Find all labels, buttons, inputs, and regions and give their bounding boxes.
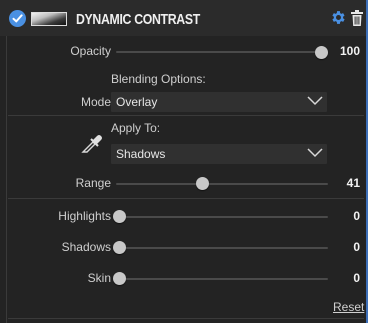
panel-bottom-divider <box>8 318 364 319</box>
blending-options-title: Blending Options: <box>111 72 206 86</box>
range-slider-handle[interactable] <box>195 177 209 190</box>
skin-slider-handle[interactable] <box>113 272 126 285</box>
section-divider <box>8 198 364 199</box>
shadows-slider-handle[interactable] <box>113 241 126 254</box>
chevron-down-icon <box>307 96 323 106</box>
highlights-slider-track[interactable] <box>116 216 328 218</box>
check-circle-icon[interactable] <box>9 10 26 27</box>
skin-slider-track[interactable] <box>116 278 328 280</box>
highlights-slider-handle[interactable] <box>113 210 126 223</box>
panel-left-border <box>6 36 7 323</box>
blend-mode-dropdown[interactable]: Overlay <box>111 92 327 112</box>
opacity-slider-handle[interactable] <box>315 46 328 59</box>
shadows-value: 0 <box>353 240 360 254</box>
opacity-slider-track[interactable] <box>116 51 328 53</box>
range-slider-track[interactable] <box>116 183 328 185</box>
shadows-label: Shadows <box>61 240 111 254</box>
apply-to-dropdown[interactable]: Shadows <box>111 144 327 164</box>
filter-thumbnail <box>31 12 67 26</box>
apply-to-value: Shadows <box>116 147 166 161</box>
highlights-value: 0 <box>353 209 360 223</box>
trash-icon[interactable] <box>351 10 363 26</box>
dynamic-contrast-panel: DYNAMIC CONTRAST Opacity 100 Blending Op… <box>0 0 368 323</box>
mode-label: Mode <box>80 95 111 109</box>
section-divider <box>8 115 364 116</box>
gear-icon[interactable] <box>330 9 347 26</box>
chevron-down-icon <box>307 148 323 158</box>
skin-label: Skin <box>87 271 111 285</box>
shadows-slider-track[interactable] <box>116 247 328 249</box>
blend-mode-value: Overlay <box>116 95 158 109</box>
opacity-label: Opacity <box>70 44 111 58</box>
eyedropper-icon[interactable] <box>80 131 104 155</box>
reset-link[interactable]: Reset <box>333 300 364 314</box>
range-value: 41 <box>346 176 360 190</box>
apply-to-title: Apply To: <box>111 121 161 135</box>
skin-value: 0 <box>353 271 360 285</box>
panel-title: DYNAMIC CONTRAST <box>76 11 200 28</box>
range-label: Range <box>75 176 111 190</box>
panel-header: DYNAMIC CONTRAST <box>0 0 366 36</box>
highlights-label: Highlights <box>58 209 111 223</box>
opacity-value: 100 <box>339 44 360 58</box>
